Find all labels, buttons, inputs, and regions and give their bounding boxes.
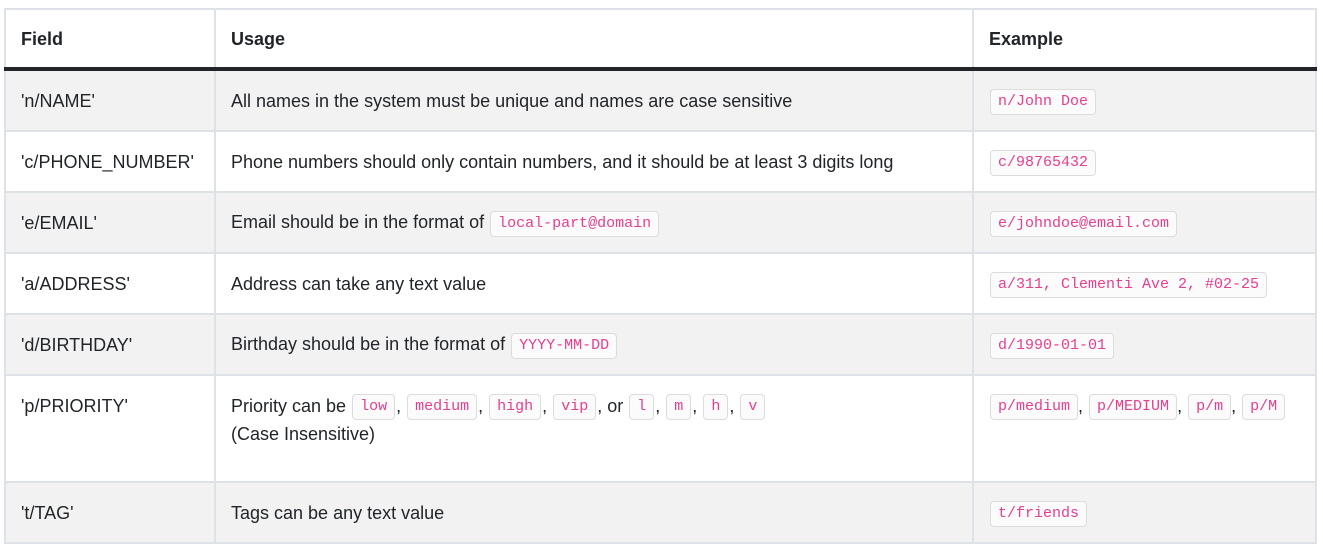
comma: , (1177, 396, 1183, 416)
usage-cell: All names in the system must be unique a… (214, 68, 974, 132)
field-cell: 'a/ADDRESS' (4, 252, 216, 315)
usage-code: local-part@domain (490, 210, 660, 237)
usage-code: v (740, 394, 766, 421)
example-code: t/friends (990, 500, 1088, 527)
usage-code: vip (553, 394, 597, 421)
table-row: 'p/PRIORITY' Priority can be low, medium… (4, 374, 1317, 483)
example-code: a/311, Clementi Ave 2, #02-25 (990, 271, 1268, 298)
header-example: Example (972, 8, 1317, 71)
field-cell: 'n/NAME' (4, 68, 216, 132)
example-code: c/98765432 (990, 149, 1097, 176)
table-row: 'c/PHONE_NUMBER' Phone numbers should on… (4, 130, 1317, 193)
usage-line-1: Priority can be low, medium, high, vip, … (231, 392, 972, 421)
comma: , (655, 396, 661, 416)
or-text: , or (597, 396, 629, 416)
usage-line-2: (Case Insensitive) (231, 424, 376, 445)
example-cell: n/John Doe (972, 68, 1317, 132)
usage-code: high (489, 394, 542, 421)
table-row: 'e/EMAIL' Email should be in the format … (4, 191, 1317, 254)
usage-cell: Birthday should be in the format of YYYY… (214, 313, 974, 376)
example-code: p/MEDIUM (1089, 394, 1178, 421)
comma: , (729, 396, 735, 416)
field-cell: 'p/PRIORITY' (4, 374, 216, 483)
example-cell: e/johndoe@email.com (972, 191, 1317, 254)
comma: , (1078, 396, 1084, 416)
field-cell: 't/TAG' (4, 481, 216, 544)
comma: , (1231, 396, 1237, 416)
example-cell: t/friends (972, 481, 1317, 544)
comma: , (542, 396, 548, 416)
usage-text: Email should be in the format of (231, 212, 490, 233)
usage-code: l (629, 394, 655, 421)
usage-code: YYYY-MM-DD (511, 332, 618, 359)
field-cell: 'e/EMAIL' (4, 191, 216, 254)
example-cell: a/311, Clementi Ave 2, #02-25 (972, 252, 1317, 315)
comma: , (478, 396, 484, 416)
usage-cell: Address can take any text value (214, 252, 974, 315)
table-header-row: Field Usage Example (4, 8, 1317, 71)
usage-code: low (352, 394, 396, 421)
table-row: 'a/ADDRESS' Address can take any text va… (4, 252, 1317, 315)
usage-cell: Priority can be low, medium, high, vip, … (214, 374, 974, 483)
field-cell: 'c/PHONE_NUMBER' (4, 130, 216, 193)
example-code: d/1990-01-01 (990, 332, 1115, 359)
usage-cell: Tags can be any text value (214, 481, 974, 544)
header-usage: Usage (214, 8, 974, 71)
example-cell: d/1990-01-01 (972, 313, 1317, 376)
usage-code: medium (407, 394, 478, 421)
example-code: e/johndoe@email.com (990, 210, 1178, 237)
comma: , (692, 396, 698, 416)
example-cell: p/medium, p/MEDIUM, p/m, p/M (972, 374, 1317, 483)
table-row: 't/TAG' Tags can be any text value t/fri… (4, 481, 1317, 544)
example-cell: c/98765432 (972, 130, 1317, 193)
usage-code: m (666, 394, 692, 421)
usage-text: Birthday should be in the format of (231, 334, 511, 355)
comma: , (396, 396, 402, 416)
field-cell: 'd/BIRTHDAY' (4, 313, 216, 376)
usage-cell: Phone numbers should only contain number… (214, 130, 974, 193)
usage-cell: Email should be in the format of local-p… (214, 191, 974, 254)
table-row: 'd/BIRTHDAY' Birthday should be in the f… (4, 313, 1317, 376)
usage-text: Priority can be (231, 396, 352, 416)
header-field: Field (4, 8, 216, 71)
example-code: p/m (1188, 394, 1232, 421)
example-code: p/M (1242, 394, 1286, 421)
example-code: n/John Doe (990, 88, 1097, 115)
table-row: 'n/NAME' All names in the system must be… (4, 68, 1317, 132)
usage-code: h (703, 394, 729, 421)
field-usage-table: Field Usage Example 'n/NAME' All names i… (4, 8, 1317, 544)
example-code: p/medium (990, 394, 1079, 421)
